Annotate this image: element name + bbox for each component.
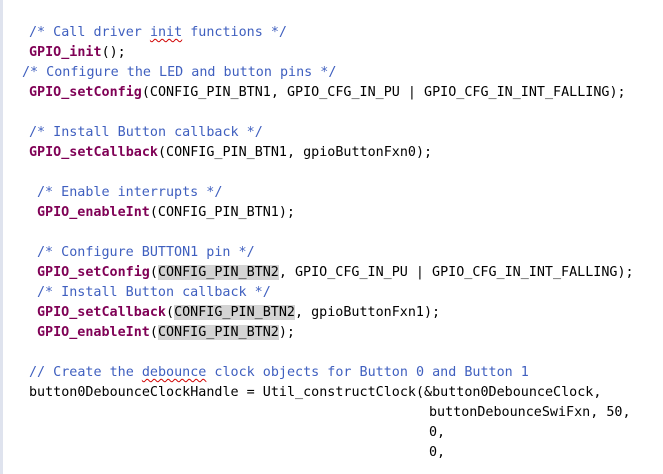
comment-token: init xyxy=(149,25,183,40)
comment-token: functions */ xyxy=(182,25,287,40)
function-token: GPIO_setCallback xyxy=(29,145,158,160)
code-line: buttonDebounceSwiFxn, 50, xyxy=(429,403,631,423)
code-token: (CONFIG_PIN_BTN1); xyxy=(149,205,295,220)
code-line: /* Configure BUTTON1 pin */ xyxy=(37,243,255,263)
code-token: button0DebounceClockHandle = Util_constr… xyxy=(29,385,602,400)
comment-token: /* Install Button callback */ xyxy=(29,125,263,140)
function-token: GPIO_setConfig xyxy=(29,85,142,100)
code-token: (CONFIG_PIN_BTN1, GPIO_CFG_IN_PU | GPIO_… xyxy=(141,85,626,100)
code-line: /* Install Button callback */ xyxy=(29,123,263,143)
code-token: CONFIG_PIN_BTN2 xyxy=(157,265,279,280)
code-line: // Create the debounce clock objects for… xyxy=(29,363,529,383)
code-token: ( xyxy=(149,265,158,280)
function-token: GPIO_init xyxy=(29,45,102,60)
code-line: /* Enable interrupts */ xyxy=(37,183,222,203)
code-token: buttonDebounceSwiFxn, 50, xyxy=(429,405,631,420)
comment-token: /* Call driver xyxy=(29,25,150,40)
code-line: 0, xyxy=(429,423,445,443)
function-token: GPIO_enableInt xyxy=(37,205,150,220)
code-line: GPIO_enableInt(CONFIG_PIN_BTN2); xyxy=(37,323,295,343)
code-token: , GPIO_CFG_IN_PU | GPIO_CFG_IN_INT_FALLI… xyxy=(278,265,634,280)
code-token: (); xyxy=(101,45,126,60)
code-token: 0, xyxy=(429,445,446,460)
comment-token: /* Configure BUTTON1 pin */ xyxy=(37,245,255,260)
comment-token: /* Install Button callback */ xyxy=(37,285,271,300)
code-line: 0, xyxy=(429,443,445,463)
function-token: GPIO_setCallback xyxy=(37,305,166,320)
code-line: GPIO_setCallback(CONFIG_PIN_BTN1, gpioBu… xyxy=(29,143,432,163)
comment-token: /* Configure the LED and button pins */ xyxy=(22,65,337,80)
code-line: GPIO_setCallback(CONFIG_PIN_BTN2, gpioBu… xyxy=(37,303,440,323)
comment-token: // Create the xyxy=(29,365,142,380)
code-line: button0DebounceClockHandle = Util_constr… xyxy=(29,383,601,403)
code-token: ( xyxy=(149,325,158,340)
comment-token: debounce xyxy=(141,365,207,380)
code-token: ( xyxy=(166,305,175,320)
editor-gutter xyxy=(0,0,3,474)
comment-token: /* Enable interrupts */ xyxy=(37,185,223,200)
comment-token: clock objects for Button 0 and Button 1 xyxy=(206,365,529,380)
code-token: (CONFIG_PIN_BTN1, gpioButtonFxn0); xyxy=(158,145,433,160)
code-token: , gpioButtonFxn1); xyxy=(295,305,441,320)
code-token: ); xyxy=(278,325,295,340)
code-line: GPIO_init(); xyxy=(29,43,126,63)
function-token: GPIO_setConfig xyxy=(37,265,150,280)
code-line: /* Install Button callback */ xyxy=(37,283,271,303)
code-line: /* Call driver init functions */ xyxy=(29,23,287,43)
function-token: GPIO_enableInt xyxy=(37,325,150,340)
code-line: GPIO_enableInt(CONFIG_PIN_BTN1); xyxy=(37,203,295,223)
code-line: /* Configure the LED and button pins */ xyxy=(22,63,336,83)
code-token: 0, xyxy=(429,425,446,440)
code-line: GPIO_setConfig(CONFIG_PIN_BTN2, GPIO_CFG… xyxy=(37,263,634,283)
code-token: CONFIG_PIN_BTN2 xyxy=(174,305,295,320)
code-token: CONFIG_PIN_BTN2 xyxy=(157,325,279,340)
code-line: GPIO_setConfig(CONFIG_PIN_BTN1, GPIO_CFG… xyxy=(29,83,626,103)
